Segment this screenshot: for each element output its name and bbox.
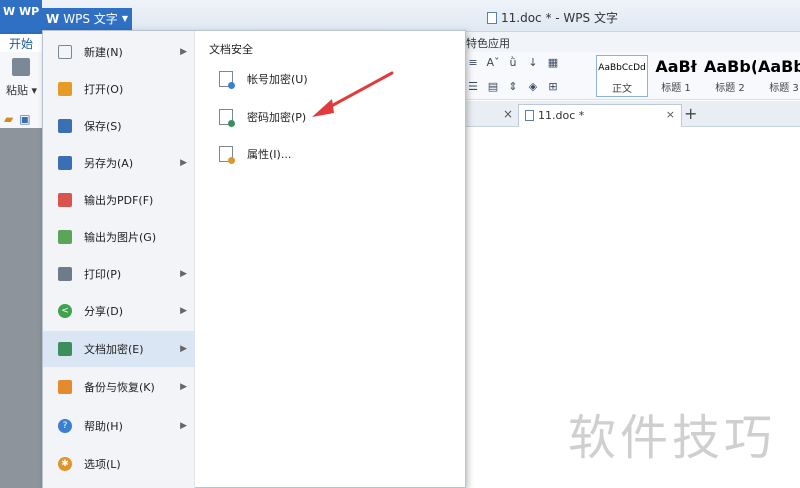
arrow-head [312,99,334,117]
arrow-shaft [322,71,394,112]
annotation-arrow [312,71,394,117]
